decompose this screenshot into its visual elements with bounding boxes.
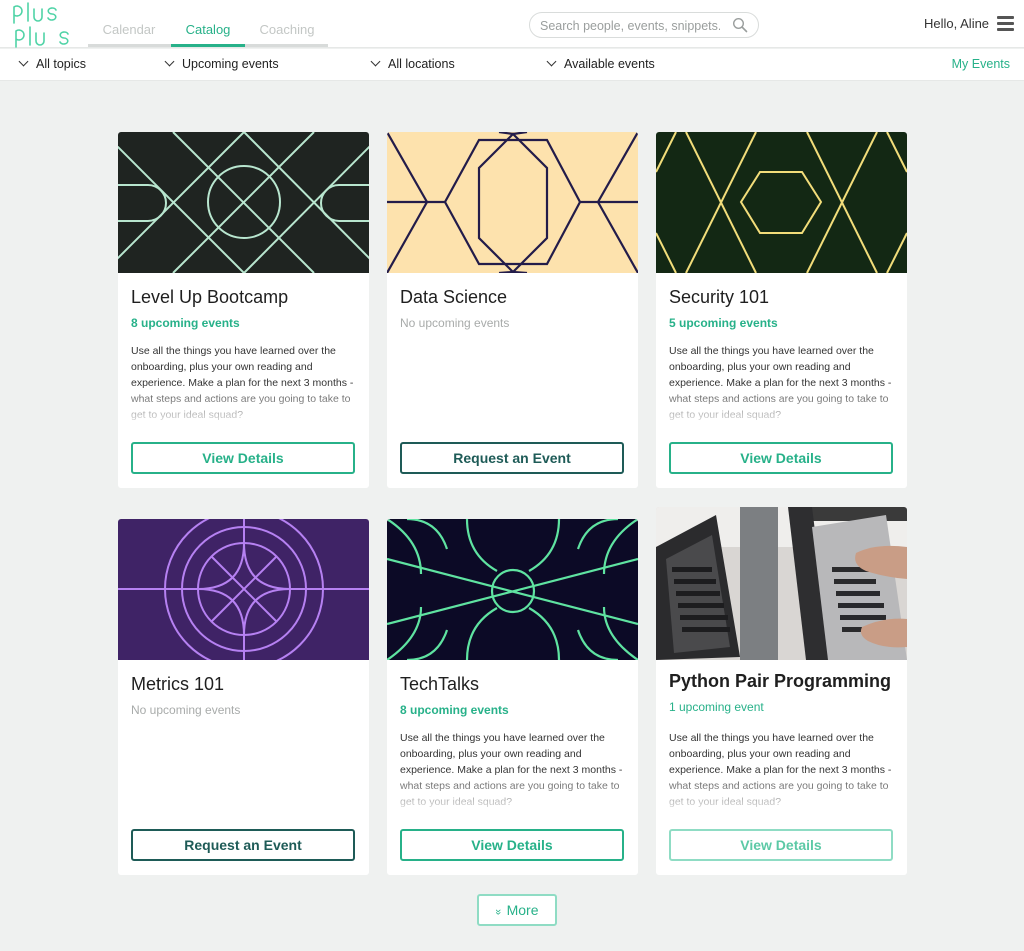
card-description: Use all the things you have learned over… xyxy=(400,732,623,808)
chevron-down-icon xyxy=(18,56,29,67)
event-card: Python Pair Programming 1 upcoming event… xyxy=(656,507,907,875)
filter-topics-dropdown[interactable]: All topics xyxy=(18,56,87,71)
tab-calendar[interactable]: Calendar xyxy=(88,22,170,37)
search-input[interactable] xyxy=(540,17,720,35)
my-events-link[interactable]: My Events xyxy=(952,57,1010,71)
filter-timeframe-label: Upcoming events xyxy=(182,57,279,71)
filter-availability-label: Available events xyxy=(564,57,655,71)
upcoming-count: No upcoming events xyxy=(131,703,241,717)
geometric-star-pattern-image[interactable] xyxy=(118,519,369,660)
card-title[interactable]: Level Up Bootcamp xyxy=(131,287,288,308)
event-card: Level Up Bootcamp 8 upcoming events Use … xyxy=(118,132,369,488)
card-title[interactable]: Security 101 xyxy=(669,287,769,308)
filter-bar: All topics Upcoming events All locations… xyxy=(0,49,1024,81)
upcoming-count: 8 upcoming events xyxy=(131,316,240,330)
more-button[interactable]: » More xyxy=(477,894,557,926)
hamburger-menu-icon[interactable] xyxy=(997,16,1014,32)
upcoming-count: No upcoming events xyxy=(400,316,510,330)
filter-availability-dropdown[interactable]: Available events xyxy=(546,56,655,71)
upcoming-count: 1 upcoming event xyxy=(669,700,764,714)
card-title[interactable]: Metrics 101 xyxy=(131,674,224,695)
filter-topics-label: All topics xyxy=(36,57,87,71)
card-description: Use all the things you have learned over… xyxy=(669,732,892,808)
tab-catalog[interactable]: Catalog xyxy=(167,22,249,47)
event-card: Metrics 101 No upcoming events Request a… xyxy=(118,519,369,875)
filter-locations-dropdown[interactable]: All locations xyxy=(370,56,455,71)
view-details-button[interactable]: View Details xyxy=(669,442,893,474)
tab-coaching[interactable]: Coaching xyxy=(246,22,328,37)
top-navigation-bar: Calendar Catalog Coaching Hello, Aline xyxy=(0,0,1024,48)
card-title[interactable]: Data Science xyxy=(400,287,507,308)
view-details-button[interactable]: View Details xyxy=(400,829,624,861)
geometric-cube-pattern-image[interactable] xyxy=(387,132,638,273)
event-card: Security 101 5 upcoming events Use all t… xyxy=(656,132,907,488)
request-event-button[interactable]: Request an Event xyxy=(131,829,355,861)
chevron-down-icon xyxy=(164,56,175,67)
card-description: Use all the things you have learned over… xyxy=(131,345,354,421)
chevron-down-icon xyxy=(546,56,557,67)
view-details-button[interactable]: View Details xyxy=(669,829,893,861)
search-box xyxy=(529,12,759,38)
filter-locations-label: All locations xyxy=(388,57,455,71)
main-tabs: Calendar Catalog Coaching xyxy=(88,0,328,48)
double-chevron-down-icon: » xyxy=(492,908,505,916)
upcoming-count: 8 upcoming events xyxy=(400,703,509,717)
geometric-circle-pattern-image[interactable] xyxy=(118,132,369,273)
geometric-wave-pattern-image[interactable] xyxy=(387,519,638,660)
event-card: TechTalks 8 upcoming events Use all the … xyxy=(387,519,638,875)
geometric-hexagon-pattern-image[interactable] xyxy=(656,132,907,273)
filter-timeframe-dropdown[interactable]: Upcoming events xyxy=(164,56,279,71)
card-description: Use all the things you have learned over… xyxy=(669,345,892,421)
laptops-photo-image[interactable] xyxy=(656,507,907,660)
chevron-down-icon xyxy=(370,56,381,67)
request-event-button[interactable]: Request an Event xyxy=(400,442,624,474)
card-title[interactable]: Python Pair Programming xyxy=(669,671,891,692)
view-details-button[interactable]: View Details xyxy=(131,442,355,474)
user-greeting[interactable]: Hello, Aline xyxy=(924,16,989,31)
event-card: Data Science No upcoming events Request … xyxy=(387,132,638,488)
card-title[interactable]: TechTalks xyxy=(400,674,479,695)
plusplus-logo[interactable] xyxy=(10,1,74,49)
search-icon[interactable] xyxy=(732,17,748,33)
upcoming-count: 5 upcoming events xyxy=(669,316,778,330)
